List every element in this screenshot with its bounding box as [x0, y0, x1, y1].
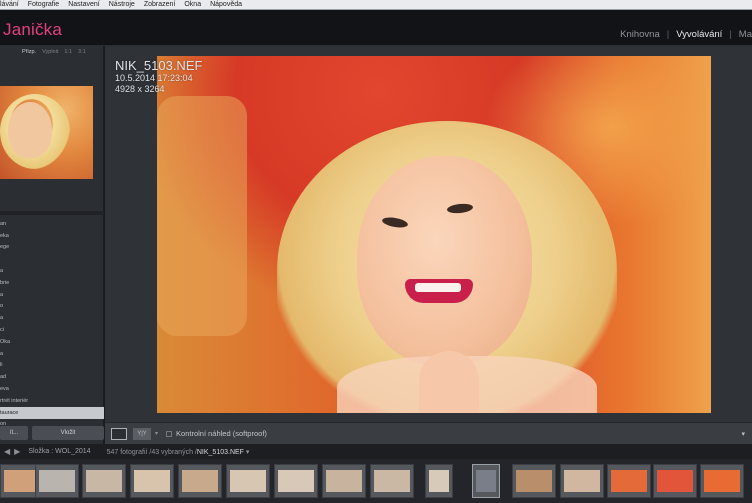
loupe-view-icon[interactable]	[111, 427, 127, 440]
nav-zoom-fit[interactable]: Přizp.	[22, 49, 36, 55]
preset-item[interactable]: rtrét interiér	[0, 395, 104, 407]
paste-button[interactable]: Vložit	[32, 426, 104, 440]
left-panel: Přizp. Vyplnit 1:1 3:1 an eka ege a brie a o a c…	[0, 46, 104, 444]
filmstrip-thumbnail[interactable]	[226, 464, 270, 498]
filmstrip-thumbnail[interactable]	[653, 464, 697, 498]
forward-arrow-icon[interactable]: ▶	[14, 447, 20, 456]
thumbnail-image	[704, 470, 740, 492]
copy-paste-buttons: ít... Vložit	[0, 426, 104, 442]
thumbnail-image	[564, 470, 600, 492]
preset-item[interactable]	[0, 253, 104, 265]
thumbnail-image	[134, 470, 170, 492]
photo-dimensions: 4928 x 3264	[115, 84, 165, 94]
menu-item[interactable]: Zobrazení	[144, 1, 176, 8]
filmstrip-thumbnail[interactable]	[700, 464, 744, 498]
filmstrip-thumbnail[interactable]	[274, 464, 318, 498]
main-photo[interactable]	[157, 56, 711, 413]
thumbnail-image	[476, 470, 496, 492]
navigator-preview[interactable]	[0, 86, 93, 179]
module-map[interactable]: Ma	[739, 29, 752, 40]
toolbar-menu-icon[interactable]: ▾	[741, 430, 745, 438]
filmstrip-thumbnail[interactable]	[425, 464, 453, 498]
presets-list: an eka ege a brie a o a ci Oka a li ad eva rtrét inter…	[0, 218, 104, 442]
softproof-checkbox[interactable]	[166, 430, 173, 437]
menu-item[interactable]: Nastavení	[68, 1, 100, 8]
preset-item[interactable]: o	[0, 301, 104, 313]
preset-item[interactable]: li	[0, 360, 104, 372]
before-after-dropdown-icon[interactable]: ▾	[155, 430, 158, 437]
navigator-header: Přizp. Vyplnit 1:1 3:1	[0, 47, 104, 57]
filmstrip-count: 547 fotografií /43 vybraných /NIK_5103.N…	[106, 448, 250, 456]
thumbnail-image	[278, 470, 314, 492]
filmstrip-thumbnail[interactable]	[370, 464, 414, 498]
thumbnail-image	[326, 470, 362, 492]
filmstrip-thumbnail[interactable]	[607, 464, 651, 498]
filmstrip-count-text: 547 fotografií /43 vybraných /	[106, 448, 197, 456]
nav-zoom-3-1[interactable]: 3:1	[78, 49, 86, 55]
identity-plate: Janička	[3, 20, 63, 39]
filmstrip-source[interactable]: Složka : WOL_2014	[28, 448, 90, 455]
menu-item[interactable]: Fotografie	[28, 1, 60, 8]
menu-item[interactable]: Nápověda	[210, 1, 242, 8]
filmstrip-thumbnail[interactable]	[322, 464, 366, 498]
os-menubar: lávání Fotografie Nastavení Nástroje Zobraze…	[0, 0, 752, 10]
filmstrip	[0, 459, 752, 503]
develop-toolbar: Y|Y ▾ Kontrolní náhled (softproof) ▾	[105, 422, 752, 444]
copy-button[interactable]: ít...	[0, 426, 28, 440]
module-library[interactable]: Knihovna	[620, 29, 660, 40]
thumbnail-image	[429, 470, 449, 492]
filmstrip-thumbnail[interactable]	[82, 464, 126, 498]
preset-item[interactable]: taurace	[0, 406, 104, 419]
menu-item[interactable]: Nástroje	[109, 1, 135, 8]
preset-item[interactable]: eka	[0, 230, 104, 242]
preset-item[interactable]: eva	[0, 383, 104, 395]
preset-item[interactable]: an	[0, 218, 104, 230]
preset-item[interactable]: Oka	[0, 336, 104, 348]
thumbnail-image	[374, 470, 410, 492]
filmstrip-thumbnail[interactable]	[560, 464, 604, 498]
module-develop[interactable]: Vyvolávání	[676, 29, 722, 40]
filmstrip-thumbnail[interactable]	[130, 464, 174, 498]
menu-item[interactable]: Okna	[184, 1, 201, 8]
thumbnail-image	[86, 470, 122, 492]
photo-filename: NIK_5103.NEF	[115, 58, 203, 73]
thumbnail-image	[182, 470, 218, 492]
filmstrip-thumbnail[interactable]	[472, 464, 500, 498]
preset-item[interactable]: ege	[0, 242, 104, 254]
filmstrip-thumbnail[interactable]	[35, 464, 79, 498]
nav-zoom-1-1[interactable]: 1:1	[64, 49, 72, 55]
thumbnail-image	[516, 470, 552, 492]
preset-item[interactable]: a	[0, 289, 104, 301]
menu-item[interactable]: lávání	[0, 1, 19, 8]
nav-zoom-fill[interactable]: Vyplnit	[42, 49, 58, 55]
photo-datetime: 10.5.2014 17:23:04	[115, 73, 193, 83]
photo-info-overlay: NIK_5103.NEF 10.5.2014 17:23:04 4928 x 3…	[115, 58, 202, 95]
thumbnail-image	[611, 470, 647, 492]
preset-item[interactable]: a	[0, 348, 104, 360]
filmstrip-thumbnail[interactable]	[512, 464, 556, 498]
loupe-viewer: NIK_5103.NEF 10.5.2014 17:23:04 4928 x 3…	[105, 46, 752, 422]
thumbnail-image	[230, 470, 266, 492]
preset-item[interactable]: a	[0, 312, 104, 324]
softproof-label: Kontrolní náhled (softproof)	[176, 429, 267, 438]
panel-divider	[0, 211, 104, 215]
module-separator: |	[729, 29, 732, 40]
thumbnail-image	[39, 470, 75, 492]
preset-item[interactable]: a	[0, 265, 104, 277]
module-separator: |	[666, 29, 670, 40]
filmstrip-thumbnail[interactable]	[178, 464, 222, 498]
filmstrip-header: ◀ ▶ Složka : WOL_2014 547 fotografií /43…	[0, 444, 752, 459]
preset-item[interactable]: ci	[0, 324, 104, 336]
preset-item[interactable]: ad	[0, 371, 104, 383]
filmstrip-current-file: NIK_5103.NEF	[196, 448, 244, 456]
back-arrow-icon[interactable]: ◀	[4, 447, 10, 456]
identity-bar: Janička Knihovna | Vyvolávání | Ma	[0, 10, 752, 46]
thumbnail-image	[657, 470, 693, 492]
module-picker: Knihovna | Vyvolávání | Ma	[620, 29, 752, 40]
before-after-icon[interactable]: Y|Y	[133, 427, 151, 440]
preset-item[interactable]: brie	[0, 277, 104, 289]
